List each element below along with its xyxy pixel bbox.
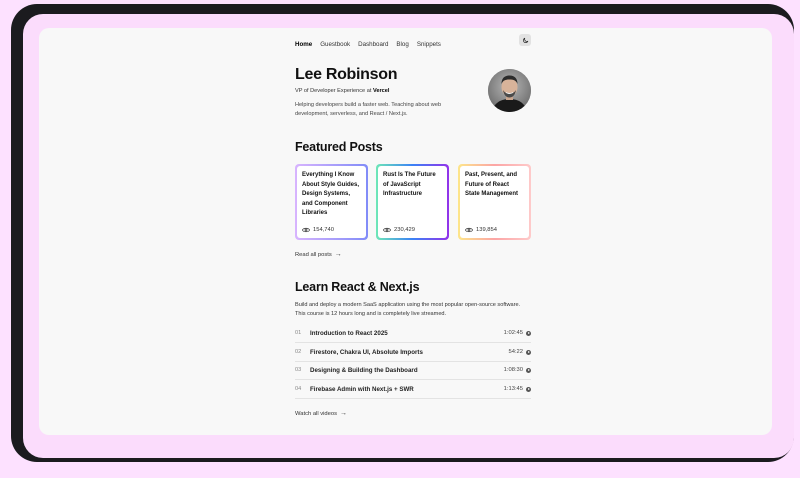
- video-title: Firestore, Chakra UI, Absolute Imports: [310, 348, 423, 356]
- top-nav: Home Guestbook Dashboard Blog Snippets: [295, 37, 449, 51]
- featured-post-card[interactable]: Past, Present, and Future of React State…: [458, 164, 531, 240]
- theme-toggle-button[interactable]: [519, 34, 531, 46]
- post-views: 230,429: [383, 227, 415, 233]
- video-row[interactable]: 01 Introduction to React 2025 1:02:45: [295, 324, 531, 343]
- course-description: Build and deploy a modern SaaS applicati…: [295, 302, 521, 317]
- video-row[interactable]: 03 Designing & Building the Dashboard 1:…: [295, 361, 531, 380]
- video-duration: 1:13:45: [503, 386, 523, 392]
- profile-role: VP of Developer Experience at Vercel: [295, 88, 389, 94]
- video-title: Designing & Building the Dashboard: [310, 366, 418, 374]
- post-view-count: 230,429: [394, 227, 415, 233]
- eye-icon: [465, 227, 473, 233]
- moon-icon: [522, 37, 528, 43]
- watch-all-label: Watch all videos: [295, 410, 337, 417]
- nav-dashboard[interactable]: Dashboard: [358, 41, 388, 48]
- post-views: 139,854: [465, 227, 497, 233]
- featured-posts-heading: Featured Posts: [295, 140, 383, 154]
- video-duration: 1:02:45: [503, 330, 523, 336]
- post-card-body: Past, Present, and Future of React State…: [460, 166, 529, 238]
- read-all-posts-link[interactable]: Read all posts →: [295, 251, 342, 258]
- watch-all-videos-link[interactable]: Watch all videos →: [295, 410, 347, 417]
- arrow-right-icon: →: [334, 251, 342, 258]
- nav-snippets[interactable]: Snippets: [417, 41, 441, 48]
- video-number: 02: [295, 349, 302, 355]
- course-heading: Learn React & Next.js: [295, 280, 420, 294]
- post-card-body: Rust Is The Future of JavaScript Infrast…: [378, 166, 447, 238]
- video-title: Introduction to React 2025: [310, 329, 388, 337]
- play-icon: [526, 367, 531, 373]
- arrow-right-icon: →: [340, 410, 347, 417]
- profile-name: Lee Robinson: [295, 66, 398, 83]
- post-title: Rust Is The Future of JavaScript Infrast…: [383, 172, 436, 198]
- play-icon: [526, 330, 531, 336]
- video-duration: 54:22: [508, 349, 523, 355]
- nav-guestbook[interactable]: Guestbook: [320, 41, 350, 48]
- role-text: VP of Developer Experience at: [295, 88, 372, 94]
- video-row[interactable]: 04 Firebase Admin with Next.js + SWR 1:1…: [295, 380, 531, 399]
- post-title: Everything I Know About Style Guides, De…: [302, 172, 360, 217]
- avatar: [488, 69, 531, 112]
- post-view-count: 154,740: [313, 227, 334, 233]
- nav-home[interactable]: Home: [295, 41, 312, 48]
- web-page: Home Guestbook Dashboard Blog Snippets L…: [39, 28, 772, 435]
- video-row[interactable]: 02 Firestore, Chakra UI, Absolute Import…: [295, 343, 531, 362]
- video-number: 03: [295, 367, 302, 373]
- profile-bio: Helping developers build a faster web. T…: [295, 102, 442, 117]
- video-title: Firebase Admin with Next.js + SWR: [310, 385, 414, 393]
- company-name: Vercel: [372, 88, 390, 94]
- avatar-photo: [488, 69, 531, 112]
- video-number: 01: [295, 330, 302, 336]
- post-card-body: Everything I Know About Style Guides, De…: [297, 166, 366, 238]
- play-icon: [526, 386, 531, 392]
- post-views: 154,740: [302, 227, 334, 233]
- nav-blog[interactable]: Blog: [396, 41, 408, 48]
- play-icon: [526, 349, 531, 355]
- read-all-label: Read all posts: [295, 251, 332, 258]
- video-duration: 1:08:30: [503, 367, 523, 373]
- video-number: 04: [295, 386, 302, 392]
- post-title: Past, Present, and Future of React State…: [465, 172, 519, 198]
- featured-post-card[interactable]: Everything I Know About Style Guides, De…: [295, 164, 368, 240]
- featured-post-card[interactable]: Rust Is The Future of JavaScript Infrast…: [376, 164, 449, 240]
- post-view-count: 139,854: [476, 227, 497, 233]
- eye-icon: [383, 227, 391, 233]
- eye-icon: [302, 227, 310, 233]
